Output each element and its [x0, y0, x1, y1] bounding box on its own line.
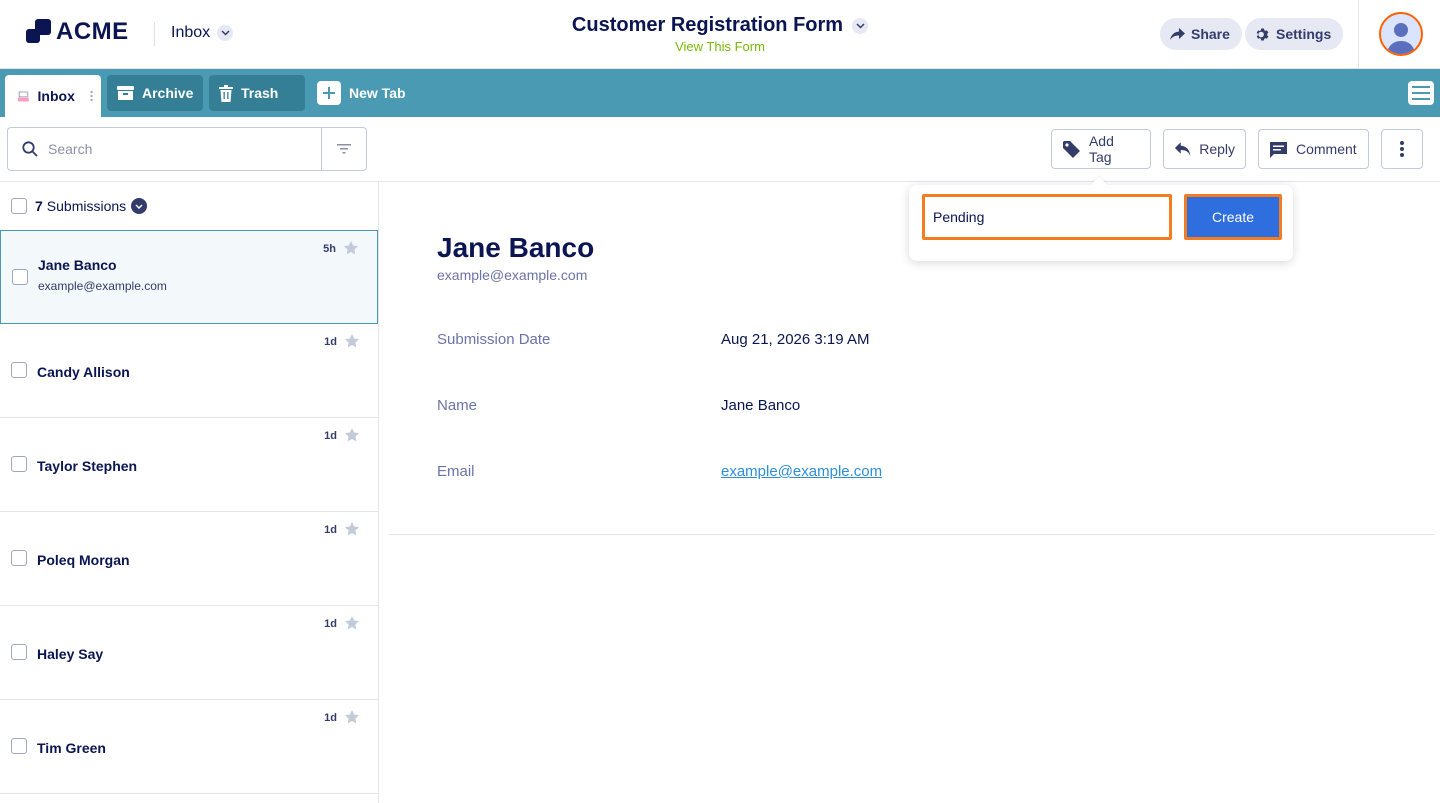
submitter-name: Poleq Morgan — [37, 552, 130, 568]
detail-email: example@example.com — [437, 267, 588, 283]
more-vertical-icon — [1400, 141, 1404, 157]
star-icon[interactable] — [344, 709, 360, 725]
tab-label: Inbox — [37, 88, 75, 104]
submission-age: 1d — [324, 524, 337, 536]
form-title[interactable]: Customer Registration Form — [571, 14, 869, 37]
form-title-text: Customer Registration Form — [571, 14, 844, 36]
field-value: Aug 21, 2026 3:19 AM — [721, 331, 870, 348]
list-item[interactable]: Poleq Morgan 1d — [0, 512, 378, 606]
star-icon[interactable] — [344, 333, 360, 349]
tab-label: Trash — [241, 85, 279, 101]
gear-icon — [1256, 28, 1269, 40]
share-label: Share — [1191, 26, 1230, 42]
user-avatar-icon — [1387, 23, 1415, 54]
reply-icon — [1174, 142, 1191, 156]
submission-count-label: Submissions — [46, 198, 127, 214]
search-input[interactable] — [48, 141, 298, 157]
row-checkbox[interactable] — [11, 456, 27, 472]
field-label: Email — [437, 463, 475, 480]
chevron-down-icon[interactable] — [131, 198, 148, 214]
row-checkbox[interactable] — [11, 738, 27, 754]
comment-button[interactable]: Comment — [1258, 129, 1369, 169]
tag-name-input[interactable] — [922, 194, 1172, 240]
comment-icon — [1270, 141, 1287, 158]
email-link[interactable]: example@example.com — [721, 463, 882, 480]
divider — [389, 534, 1434, 535]
star-icon[interactable] — [343, 240, 359, 256]
field-label: Submission Date — [437, 331, 551, 348]
trash-icon — [219, 84, 233, 102]
submission-age: 1d — [324, 336, 337, 348]
list-item[interactable]: Jane Banco example@example.com 5h — [0, 230, 378, 324]
star-icon[interactable] — [344, 615, 360, 631]
submission-count: 7 — [35, 198, 43, 214]
filter-icon — [337, 144, 351, 154]
field-value: Jane Banco — [721, 397, 801, 414]
submitter-name: Jane Banco — [38, 257, 117, 273]
field-label: Name — [437, 397, 478, 414]
list-item[interactable]: Haley Say 1d — [0, 606, 378, 700]
submitter-name: Haley Say — [37, 646, 104, 662]
star-icon[interactable] — [344, 521, 360, 537]
more-options-button[interactable] — [1381, 129, 1423, 169]
share-icon — [1170, 27, 1185, 40]
plus-icon — [317, 81, 341, 105]
submission-age: 1d — [324, 712, 337, 724]
create-tag-button[interactable]: Create — [1184, 194, 1282, 240]
submitter-name: Taylor Stephen — [37, 458, 138, 474]
submitter-name: Candy Allison — [37, 364, 130, 380]
new-tab-button[interactable]: New Tab — [317, 81, 406, 105]
archive-icon — [117, 86, 134, 100]
row-checkbox[interactable] — [11, 362, 27, 378]
list-item[interactable]: Candy Allison 1d — [0, 324, 378, 418]
submission-age: 5h — [323, 243, 336, 255]
tag-icon — [1062, 140, 1080, 158]
list-item[interactable]: Taylor Stephen 1d — [0, 418, 378, 512]
tab-inbox[interactable]: Inbox — [5, 75, 101, 117]
row-checkbox[interactable] — [12, 269, 28, 285]
submitter-name: Tim Green — [37, 740, 106, 756]
hamburger-menu-button[interactable] — [1408, 81, 1434, 105]
share-button[interactable]: Share — [1160, 18, 1242, 50]
list-item[interactable]: Tim Green 1d — [0, 700, 378, 794]
add-tag-button[interactable]: Add Tag — [1051, 129, 1151, 169]
hamburger-icon — [1412, 86, 1430, 100]
list-header: 7 Submissions — [0, 182, 378, 230]
inbox-icon — [17, 90, 29, 102]
submitter-email: example@example.com — [38, 279, 167, 293]
avatar[interactable] — [1379, 12, 1423, 56]
row-checkbox[interactable] — [11, 644, 27, 660]
tab-archive[interactable]: Archive — [107, 75, 203, 111]
divider — [1358, 0, 1359, 69]
chevron-down-icon — [852, 17, 869, 34]
select-all-checkbox[interactable] — [11, 198, 27, 214]
add-tag-label: Add Tag — [1088, 133, 1114, 165]
reply-label: Reply — [1199, 141, 1235, 157]
settings-button[interactable]: Settings — [1245, 18, 1344, 50]
filter-button[interactable] — [321, 128, 366, 170]
tab-bar: Inbox Archive Trash New Tab — [0, 69, 1440, 117]
search-icon — [22, 141, 38, 157]
comment-label: Comment — [1296, 141, 1357, 157]
settings-label: Settings — [1276, 26, 1332, 42]
row-checkbox[interactable] — [11, 550, 27, 566]
top-bar: ACME Inbox Customer Registration Form Vi… — [0, 0, 1440, 69]
tab-trash[interactable]: Trash — [209, 75, 305, 111]
toolbar: Add Tag Reply Comment — [0, 117, 1440, 182]
submission-list: 7 Submissions Jane Banco example@example… — [0, 182, 379, 803]
new-tab-label: New Tab — [349, 85, 406, 101]
search-box — [7, 127, 367, 171]
reply-button[interactable]: Reply — [1163, 129, 1246, 169]
submission-age: 1d — [324, 430, 337, 442]
tab-label: Archive — [142, 85, 194, 101]
star-icon[interactable] — [344, 427, 360, 443]
detail-name: Jane Banco — [437, 232, 595, 263]
add-tag-popover: Create — [909, 185, 1293, 261]
submission-age: 1d — [324, 618, 337, 630]
more-vertical-icon[interactable] — [90, 88, 93, 104]
